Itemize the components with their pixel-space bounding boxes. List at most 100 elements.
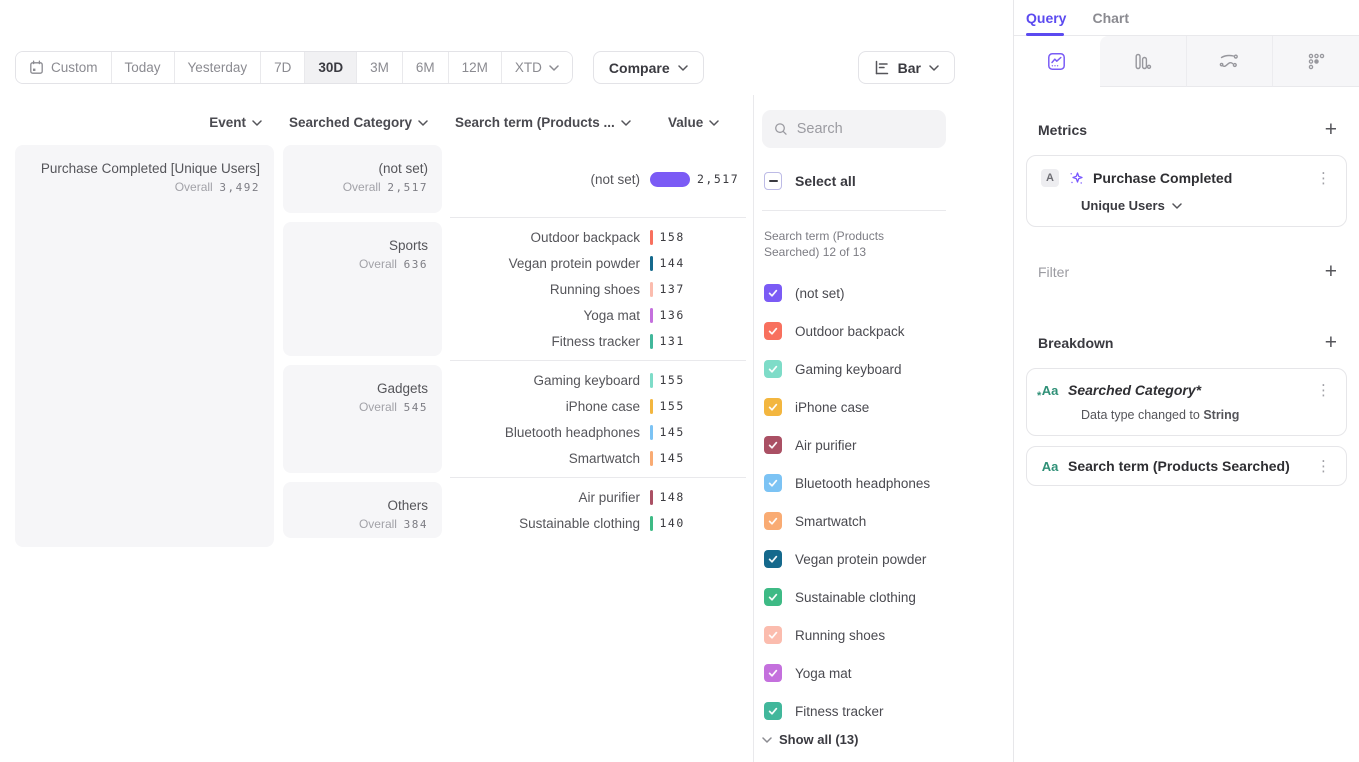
date-range-6m[interactable]: 6M: [403, 52, 449, 83]
table-row[interactable]: Vegan protein powder144: [450, 250, 746, 276]
date-range-today[interactable]: Today: [112, 52, 175, 83]
table-row[interactable]: Bluetooth headphones145: [450, 419, 746, 445]
aggregation-selector[interactable]: Unique Users: [1081, 198, 1334, 213]
term-checkbox-item[interactable]: Smartwatch: [764, 502, 946, 540]
search-box[interactable]: [762, 110, 946, 148]
table-row[interactable]: Sustainable clothing140: [450, 510, 746, 536]
breakdown-card-searched-category[interactable]: *Aa Searched Category* ⋮ Data type chang…: [1026, 368, 1347, 436]
checkmark-icon: [767, 477, 779, 489]
checkbox-checked[interactable]: [764, 360, 782, 378]
table-body: Purchase Completed [Unique Users] Overal…: [15, 145, 746, 547]
category-cell[interactable]: OthersOverall 384: [283, 482, 442, 538]
checkmark-icon: [767, 363, 779, 375]
term-checkbox-item[interactable]: (not set): [764, 274, 946, 312]
search-icon: [774, 121, 788, 137]
compare-button[interactable]: Compare: [593, 51, 704, 84]
value-number: 144: [660, 256, 685, 270]
category-cell[interactable]: GadgetsOverall 545: [283, 365, 442, 473]
checkbox-checked[interactable]: [764, 474, 782, 492]
checkmark-icon: [767, 591, 779, 603]
date-range-custom[interactable]: Custom: [16, 52, 112, 83]
category-cell[interactable]: SportsOverall 636: [283, 222, 442, 356]
date-range-xtd[interactable]: XTD: [502, 52, 572, 83]
table-row[interactable]: Outdoor backpack158: [450, 224, 746, 250]
breakdown-menu-button[interactable]: ⋮: [1313, 459, 1334, 473]
term-checkbox-item[interactable]: Bluetooth headphones: [764, 464, 946, 502]
checkbox-checked[interactable]: [764, 588, 782, 606]
checkbox-checked[interactable]: [764, 550, 782, 568]
metric-card[interactable]: A Purchase Completed ⋮ Unique Users: [1026, 155, 1347, 227]
checkmark-icon: [767, 515, 779, 527]
checkbox-checked[interactable]: [764, 322, 782, 340]
term-checkbox-item[interactable]: Gaming keyboard: [764, 350, 946, 388]
table-row[interactable]: Yoga mat136: [450, 302, 746, 328]
table-row[interactable]: Air purifier148: [450, 484, 746, 510]
category-group: SportsOverall 636 Outdoor backpack158Vega…: [283, 222, 746, 356]
add-breakdown-button[interactable]: +: [1323, 333, 1339, 353]
tab-query[interactable]: Query: [1026, 10, 1066, 26]
overall-value: 636: [404, 258, 428, 271]
term-checkbox-item[interactable]: Fitness tracker: [764, 692, 946, 730]
tab-insights[interactable]: [1014, 36, 1100, 87]
checkbox-checked[interactable]: [764, 702, 782, 720]
legend-filter-panel: Select all Search term (Products Searche…: [762, 0, 946, 762]
term-checkbox-item[interactable]: Vegan protein powder: [764, 540, 946, 578]
table-row[interactable]: Gaming keyboard155: [450, 367, 746, 393]
value-number: 145: [660, 425, 685, 439]
select-all-row[interactable]: Select all: [764, 172, 856, 190]
table-row[interactable]: iPhone case155: [450, 393, 746, 419]
value-number: 136: [660, 308, 685, 322]
add-metric-button[interactable]: +: [1323, 120, 1339, 140]
metric-menu-button[interactable]: ⋮: [1313, 171, 1334, 185]
search-input[interactable]: [797, 121, 934, 137]
date-range-12m[interactable]: 12M: [449, 52, 502, 83]
checkbox-checked[interactable]: [764, 626, 782, 644]
add-filter-button[interactable]: +: [1323, 262, 1339, 282]
overall-value: 3,492: [219, 181, 260, 194]
date-range-7d[interactable]: 7D: [261, 52, 305, 83]
table-row[interactable]: (not set)2,517: [450, 147, 746, 211]
chevron-down-icon: [709, 120, 719, 126]
checkbox-checked[interactable]: [764, 436, 782, 454]
date-range-3m[interactable]: 3M: [357, 52, 403, 83]
calendar-icon: [29, 60, 44, 75]
term-checkbox-item[interactable]: Yoga mat: [764, 654, 946, 692]
column-header-searched-category[interactable]: Searched Category: [283, 115, 428, 130]
column-header-event[interactable]: Event: [15, 115, 262, 130]
aggregation-label: Unique Users: [1081, 198, 1165, 213]
term-checkbox-item[interactable]: iPhone case: [764, 388, 946, 426]
category-group: (not set)Overall 2,517(not set)2,517: [283, 145, 746, 213]
tab-retention[interactable]: [1273, 36, 1359, 87]
date-range-toolbar: Custom Today Yesterday 7D30D3M6M12MXTD Comp…: [15, 51, 704, 84]
breakdown-menu-button[interactable]: ⋮: [1313, 383, 1334, 397]
value-bar: [650, 373, 653, 388]
date-range-label: Custom: [51, 60, 98, 75]
table-row[interactable]: Running shoes137: [450, 276, 746, 302]
term-checkbox-item[interactable]: Air purifier: [764, 426, 946, 464]
event-cell[interactable]: Purchase Completed [Unique Users] Overal…: [15, 145, 274, 547]
category-cell[interactable]: (not set)Overall 2,517: [283, 145, 442, 213]
value-bar: [650, 516, 653, 531]
date-range-30d[interactable]: 30D: [305, 52, 357, 83]
column-header-search-term[interactable]: Search term (Products ...: [455, 115, 631, 130]
tab-flows[interactable]: [1187, 36, 1274, 87]
checkbox-checked[interactable]: [764, 398, 782, 416]
value-cell: 155: [650, 399, 685, 414]
term-checkbox-item[interactable]: Sustainable clothing: [764, 578, 946, 616]
date-range-yesterday[interactable]: Yesterday: [175, 52, 262, 83]
tab-funnels[interactable]: [1100, 36, 1187, 87]
select-all-checkbox[interactable]: [764, 172, 782, 190]
column-header-value[interactable]: Value: [668, 115, 719, 130]
checkbox-checked[interactable]: [764, 512, 782, 530]
table-row[interactable]: Fitness tracker131: [450, 328, 746, 354]
term-checkbox-item[interactable]: Outdoor backpack: [764, 312, 946, 350]
tab-chart[interactable]: Chart: [1092, 10, 1129, 26]
date-range-label: Yesterday: [188, 60, 248, 75]
show-all-button[interactable]: Show all (13): [762, 732, 858, 747]
checkbox-checked[interactable]: [764, 664, 782, 682]
table-row[interactable]: Smartwatch145: [450, 445, 746, 471]
table-header-row: Event Searched Category Search term (Pro…: [15, 115, 746, 137]
checkbox-checked[interactable]: [764, 284, 782, 302]
breakdown-card-search-term[interactable]: Aa Search term (Products Searched) ⋮: [1026, 446, 1347, 486]
term-checkbox-item[interactable]: Running shoes: [764, 616, 946, 654]
